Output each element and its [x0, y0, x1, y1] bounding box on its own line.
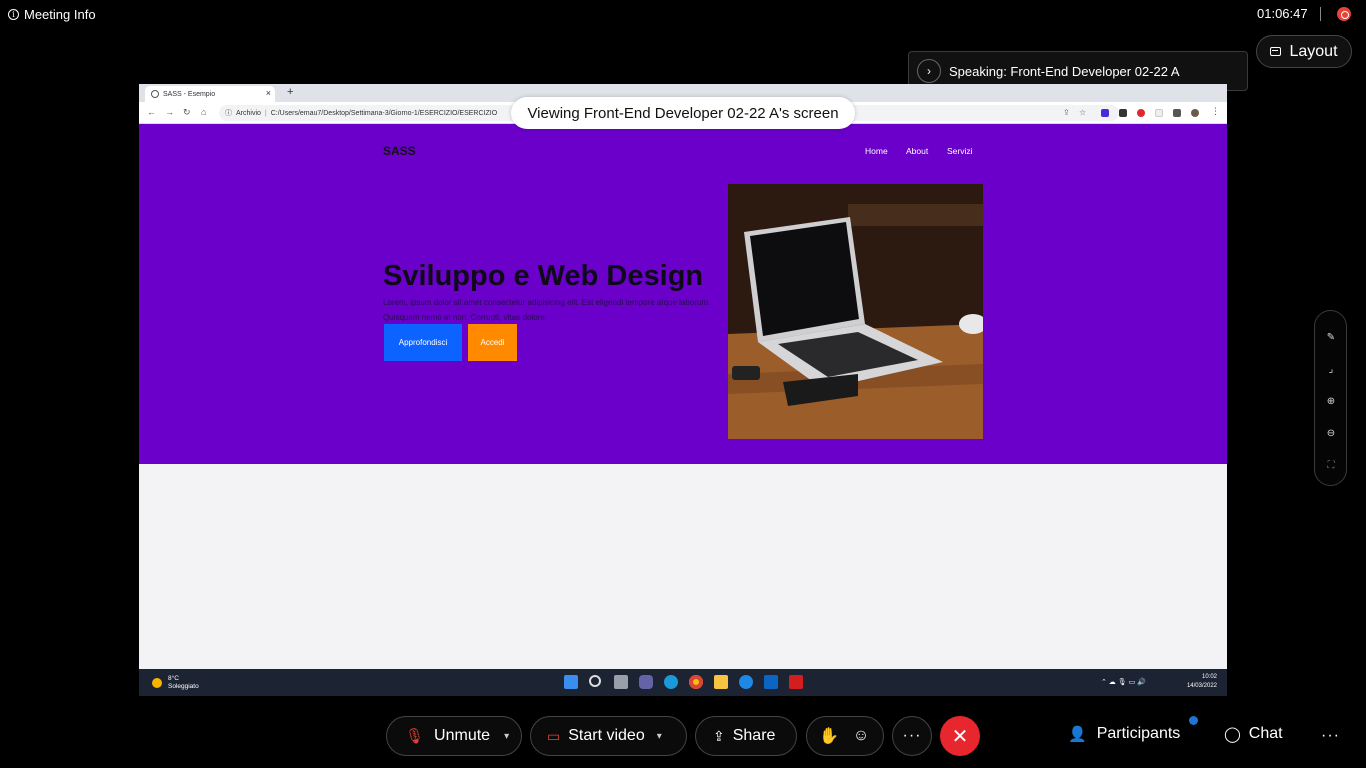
minimize-icon[interactable]: ⌟	[1324, 363, 1338, 377]
site-nav-about: About	[906, 146, 929, 156]
share-label: Share	[732, 727, 776, 744]
approfondisci-button: Approfondisci	[384, 324, 462, 361]
chevron-right-icon[interactable]: ›	[917, 59, 941, 83]
annotate-icon[interactable]: ✎	[1324, 331, 1338, 345]
website-hero: SASS Home About Servizi Sviluppo e Web D…	[139, 124, 1227, 464]
site-nav-servizi: Servizi	[947, 146, 973, 156]
windows-taskbar: 8°C Soleggiato ⌃ ☁ 🎙 ▭ 🔊 10:02 14/03/202…	[139, 669, 1227, 696]
unmute-label: Unmute	[434, 727, 491, 744]
notification-badge	[1189, 716, 1198, 725]
menu-icon: ⋮	[1211, 106, 1220, 116]
taskbar-clock: 10:02 14/03/2022	[1179, 673, 1217, 691]
zoom-out-icon[interactable]: ⊖	[1324, 427, 1338, 441]
taskbar-date: 14/03/2022	[1186, 683, 1217, 689]
puzzle-icon	[1173, 109, 1181, 117]
site-info-icon: ⓘ	[225, 110, 232, 117]
extension-icon	[1119, 109, 1127, 117]
extension-icon	[1155, 109, 1163, 117]
muted-mic-icon: 🎙	[405, 728, 425, 745]
share-icon: ⇪	[713, 727, 725, 744]
file-explorer-icon	[714, 675, 728, 689]
close-icon: ✕	[951, 725, 969, 748]
video-off-icon: ▭	[547, 727, 561, 744]
weather-desc: Soleggiato	[168, 683, 199, 690]
site-logo: SASS	[383, 144, 416, 158]
divider	[1320, 7, 1321, 21]
participants-icon: 👤	[1068, 726, 1087, 743]
sun-icon	[152, 678, 162, 688]
forward-icon: →	[165, 107, 174, 117]
laptop-image	[728, 184, 983, 439]
task-view-icon	[614, 675, 628, 689]
overflow-menu-button[interactable]: ···	[1321, 727, 1340, 745]
hero-text: Lorem, ipsum dolor sit amet consectetur …	[383, 298, 711, 322]
weather-widget: 8°C Soleggiato	[168, 675, 199, 691]
chat-button[interactable]: ◯ Chat	[1224, 725, 1283, 743]
raise-hand-icon[interactable]: ✋	[819, 726, 839, 746]
chat-icon: ◯	[1224, 726, 1241, 743]
layout-button[interactable]: Layout	[1256, 35, 1352, 68]
chevron-down-icon[interactable]: ▾	[657, 731, 662, 742]
share-page-icon: ⇪	[1063, 108, 1070, 117]
share-button[interactable]: ⇪ Share	[695, 716, 797, 756]
extension-icon	[1101, 109, 1109, 117]
meeting-info-button[interactable]: i Meeting Info	[8, 6, 96, 22]
opera-icon	[1137, 109, 1145, 117]
shared-screen: SASS - Esempio × + ← → ↻ ⌂ ⓘ Archivio | …	[139, 84, 1227, 696]
chat-label: Chat	[1248, 725, 1283, 742]
screen-tools-rail: ✎ ⌟ ⊕ ⊖ ⛶	[1314, 310, 1347, 486]
back-icon: ←	[147, 107, 156, 117]
mail-icon	[764, 675, 778, 689]
reload-icon: ↻	[183, 107, 191, 117]
fit-screen-icon[interactable]: ⛶	[1324, 459, 1338, 473]
reactions-icon[interactable]: ☺	[853, 727, 869, 745]
recording-icon[interactable]	[1337, 7, 1351, 21]
acrobat-icon	[789, 675, 803, 689]
weather-temp: 8°C	[168, 675, 179, 682]
taskbar-time: 10:02	[1201, 674, 1217, 680]
hero-title: Sviluppo e Web Design	[383, 260, 704, 292]
tab-title: SASS - Esempio	[163, 90, 216, 98]
url-text: C:/Users/emau7/Desktop/Settimana-3/Giorn…	[270, 109, 498, 117]
layout-label: Layout	[1289, 42, 1338, 60]
layout-icon	[1270, 47, 1282, 56]
omnibox-separator: |	[264, 109, 267, 117]
start-video-button[interactable]: ▭ Start video ▾	[530, 716, 687, 756]
reactions-group: ✋ ☺	[806, 716, 884, 756]
edge-icon	[664, 675, 678, 689]
more-options-button[interactable]: ···	[892, 716, 932, 756]
laptop-illustration	[728, 184, 983, 439]
meeting-timer: 01:06:47	[1257, 6, 1308, 21]
new-tab-icon: +	[287, 86, 294, 98]
participants-label: Participants	[1096, 725, 1181, 742]
help-icon	[739, 675, 753, 689]
home-icon: ⌂	[201, 107, 207, 117]
site-info-label: Archivio	[236, 109, 261, 117]
viewing-screen-banner: Viewing Front-End Developer 02-22 A's sc…	[511, 97, 855, 129]
close-tab-icon: ×	[265, 88, 271, 98]
search-icon	[589, 675, 601, 687]
teams-icon	[639, 675, 653, 689]
browser-tab: SASS - Esempio ×	[145, 86, 275, 102]
windows-start-icon	[564, 675, 578, 689]
site-nav-home: Home	[865, 146, 888, 156]
accedi-button: Accedi	[468, 324, 517, 361]
unmute-button[interactable]: 🎙 Unmute ▾	[386, 716, 522, 756]
start-video-label: Start video	[568, 727, 645, 744]
info-icon: i	[8, 8, 19, 20]
profile-avatar	[1191, 109, 1199, 117]
tab-favicon-icon	[151, 90, 159, 98]
system-tray: ⌃ ☁ 🎙 ▭ 🔊	[1101, 679, 1146, 686]
end-call-button[interactable]: ✕	[940, 716, 980, 756]
zoom-in-icon[interactable]: ⊕	[1324, 395, 1338, 409]
chevron-down-icon[interactable]: ▾	[504, 731, 509, 742]
speaking-text: Speaking: Front-End Developer 02-22 A	[949, 63, 1180, 79]
participants-button[interactable]: 👤 Participants	[1068, 725, 1180, 743]
chrome-icon	[689, 675, 703, 689]
meeting-info-label: Meeting Info	[24, 6, 96, 22]
bookmark-star-icon: ☆	[1079, 108, 1087, 117]
